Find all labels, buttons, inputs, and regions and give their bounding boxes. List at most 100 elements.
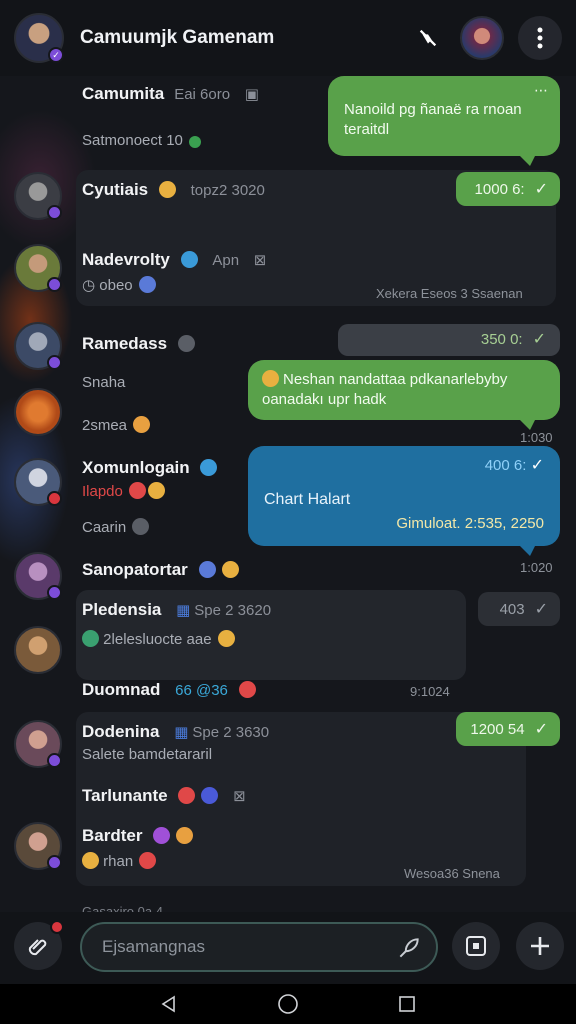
avatar[interactable] bbox=[14, 244, 62, 292]
emoji-icon bbox=[188, 136, 201, 148]
message-bubble[interactable]: 350 0: ✓ bbox=[338, 324, 560, 356]
media-button[interactable] bbox=[452, 922, 500, 970]
add-button[interactable] bbox=[516, 922, 564, 970]
chat-name[interactable]: Camumita Eai 6oro ▣ bbox=[82, 84, 259, 104]
more-dots-icon: ⋯ bbox=[534, 82, 548, 98]
message-bubble[interactable]: 400 6: ✓ Chart Halart Gimuloat. 2:535, 2… bbox=[248, 446, 560, 556]
emoji-icon bbox=[82, 852, 99, 869]
emoji-icon bbox=[178, 787, 196, 804]
status-icon bbox=[177, 335, 195, 352]
chat-preview: Caarin bbox=[82, 518, 150, 536]
avatar[interactable] bbox=[14, 322, 62, 370]
attach-button[interactable] bbox=[14, 920, 64, 970]
message-bubble[interactable]: 1200 54 ✓ bbox=[456, 712, 560, 746]
message-footer: Wesoa36 Snena bbox=[404, 866, 500, 881]
emoji-icon bbox=[176, 827, 194, 844]
chat-name[interactable]: Xomunlogain bbox=[82, 458, 218, 478]
send-icon[interactable] bbox=[396, 935, 422, 961]
home-icon[interactable] bbox=[277, 993, 299, 1015]
verified-icon bbox=[200, 459, 218, 476]
back-icon[interactable] bbox=[159, 994, 179, 1014]
message-bubble[interactable]: Nanoild pg ñanaë ra rnoan teraitdl ⋯ bbox=[328, 76, 560, 166]
message-bubble[interactable]: Neshan nandattaa pdkanarlebyby oanadakı … bbox=[248, 360, 560, 430]
message-input[interactable] bbox=[82, 924, 382, 970]
user-avatar[interactable]: ✓ bbox=[14, 13, 64, 63]
message-input-wrapper[interactable] bbox=[80, 922, 438, 972]
emoji-icon bbox=[133, 416, 151, 433]
emoji-icon bbox=[201, 787, 219, 804]
paperclip-icon bbox=[28, 939, 47, 956]
chat-list: Camumita Eai 6oro ▣ Satmonoect 10 Nanoild… bbox=[0, 76, 576, 919]
badge-icon bbox=[47, 855, 62, 870]
message-footer: Xekera Eseos 3 Ssaenan bbox=[376, 286, 523, 301]
close-icon[interactable]: ⊠ bbox=[233, 788, 246, 805]
more-vertical-icon bbox=[537, 27, 543, 49]
chat-name[interactable]: Nadevrolty Apn ⊠ bbox=[82, 250, 266, 270]
notification-dot bbox=[50, 920, 64, 934]
chat-name[interactable]: Pledensia ▦ Spe 2 3620 bbox=[82, 600, 271, 620]
chat-name[interactable]: Cyutiais topz2 3020 bbox=[82, 180, 265, 200]
badge-icon bbox=[47, 205, 62, 220]
system-nav-bar bbox=[0, 984, 576, 1024]
avatar[interactable] bbox=[14, 388, 62, 436]
chat-preview: 2smea bbox=[82, 416, 151, 434]
emoji-icon bbox=[262, 370, 279, 387]
emoji-icon bbox=[217, 630, 235, 647]
chat-name[interactable]: Sanopatortar bbox=[82, 560, 239, 580]
status-icon bbox=[132, 518, 150, 535]
message-footer: Gimuloat. 2:535, 2250 bbox=[396, 515, 544, 532]
more-options-button[interactable] bbox=[518, 16, 562, 60]
chat-name[interactable]: Duomnad 66 @36 bbox=[82, 680, 256, 700]
recents-icon[interactable] bbox=[397, 994, 417, 1014]
chat-preview: Snaha bbox=[82, 374, 126, 391]
avatar[interactable] bbox=[14, 626, 62, 674]
emoji-icon bbox=[139, 852, 157, 869]
message-title: Chart Halart bbox=[264, 491, 351, 508]
app-header: ✓ Camuumjk Gamenam bbox=[0, 0, 576, 76]
image-icon: ▣ bbox=[244, 86, 259, 103]
read-check-icon: ✓ bbox=[534, 721, 548, 738]
chat-preview: ◷ obeo bbox=[82, 276, 156, 294]
emoji-icon bbox=[138, 276, 156, 293]
avatar[interactable] bbox=[14, 720, 62, 768]
flag-icon: ▦ bbox=[176, 602, 191, 619]
chat-name[interactable]: Tarlunante ⊠ bbox=[82, 786, 246, 806]
avatar[interactable] bbox=[14, 458, 62, 506]
avatar[interactable] bbox=[14, 822, 62, 870]
chat-preview: Salete bamdetararil bbox=[82, 746, 213, 763]
globe-icon bbox=[180, 251, 198, 268]
chat-preview: rhan bbox=[82, 852, 157, 870]
verified-badge-icon: ✓ bbox=[48, 47, 64, 63]
chat-name[interactable]: Dodenina ▦ Spe 2 3630 bbox=[82, 722, 269, 742]
badge-icon bbox=[47, 277, 62, 292]
read-check-icon: ✓ bbox=[530, 457, 544, 474]
avatar[interactable] bbox=[14, 172, 62, 220]
message-bubble[interactable]: 403 ✓ bbox=[478, 592, 560, 626]
plus-icon bbox=[531, 937, 549, 955]
chat-name[interactable]: Ramedass bbox=[82, 334, 195, 354]
read-check-icon: ✓ bbox=[534, 601, 548, 618]
emoji-icon bbox=[158, 181, 176, 198]
emoji-icon bbox=[153, 827, 171, 844]
badge-icon bbox=[47, 355, 62, 370]
chat-preview: Satmonoect 10 bbox=[82, 132, 201, 149]
mute-icon[interactable] bbox=[410, 20, 446, 56]
read-check-icon: ✓ bbox=[532, 331, 546, 348]
square-icon bbox=[466, 936, 486, 956]
emoji-icon bbox=[128, 482, 146, 499]
page-title: Camuumjk Gamenam bbox=[80, 27, 275, 48]
message-time: 1:020 bbox=[520, 560, 553, 575]
message-composer bbox=[0, 912, 576, 984]
chat-name[interactable]: Bardter bbox=[82, 826, 194, 846]
avatar[interactable] bbox=[14, 552, 62, 600]
message-time: 9:1024 bbox=[410, 684, 450, 699]
profile-avatar[interactable] bbox=[460, 16, 504, 60]
emoji-icon bbox=[147, 482, 165, 499]
badge-icon bbox=[47, 753, 62, 768]
read-check-icon: ✓ bbox=[534, 181, 548, 198]
badge-icon bbox=[47, 491, 62, 506]
flag-icon: ▦ bbox=[174, 724, 189, 741]
close-icon[interactable]: ⊠ bbox=[254, 252, 267, 269]
chat-preview: 2lelesluocte aae bbox=[82, 630, 235, 648]
message-bubble[interactable]: 1000 6: ✓ bbox=[456, 172, 560, 206]
